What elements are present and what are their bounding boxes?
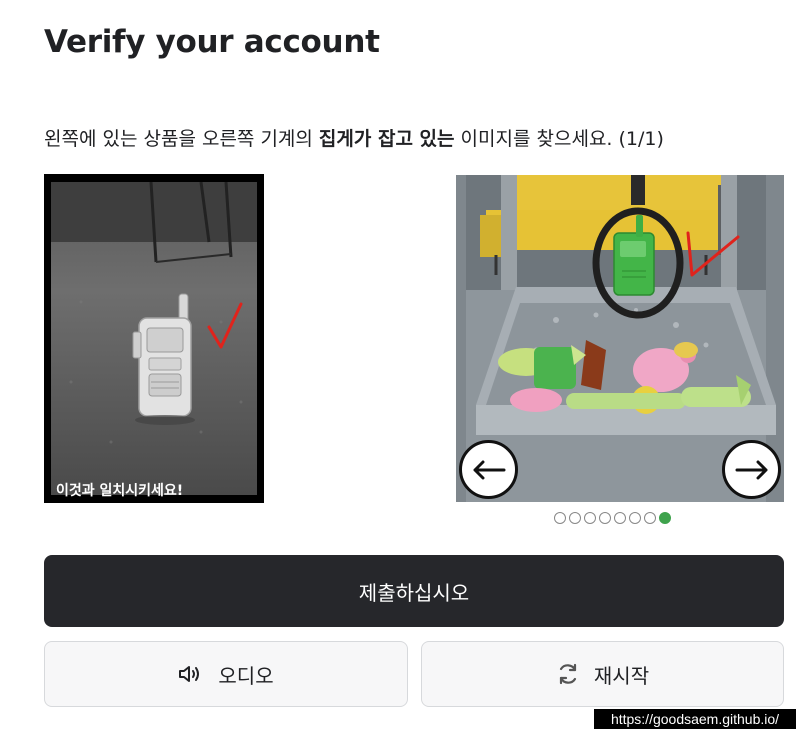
carousel-dot[interactable] xyxy=(614,512,626,524)
carousel-dot[interactable] xyxy=(644,512,656,524)
audio-button[interactable]: 오디오 xyxy=(44,641,408,707)
speaker-icon xyxy=(179,666,200,682)
restart-button[interactable]: 재시작 xyxy=(421,641,784,707)
submit-button[interactable]: 제출하십시오 xyxy=(44,555,784,627)
instruction-emphasis: 집게가 잡고 있는 xyxy=(318,128,455,150)
refresh-icon xyxy=(559,663,576,685)
carousel-dot[interactable] xyxy=(659,512,671,524)
carousel-dot[interactable] xyxy=(554,512,566,524)
reference-image: 이것과 일치시키세요! xyxy=(44,174,264,503)
carousel-prev-button[interactable] xyxy=(459,440,518,499)
arrow-left-icon xyxy=(473,460,505,479)
carousel-dot[interactable] xyxy=(569,512,581,524)
restart-label: 재시작 xyxy=(593,663,650,688)
carousel-dot[interactable] xyxy=(629,512,641,524)
instruction-prefix: 왼쪽에 있는 상품을 오른쪽 기계의 xyxy=(44,128,319,150)
carousel-pagination xyxy=(554,512,671,524)
carousel-next-button[interactable] xyxy=(722,440,781,499)
instruction-text: 왼쪽에 있는 상품을 오른쪽 기계의 집게가 잡고 있는 이미지를 찾으세요. … xyxy=(44,124,664,151)
instruction-suffix: 이미지를 찾으세요. (1/1) xyxy=(454,128,664,150)
carousel-image xyxy=(456,175,784,502)
arrow-right-icon xyxy=(735,460,767,479)
reference-caption: 이것과 일치시키세요! xyxy=(56,483,184,499)
audio-label: 오디오 xyxy=(218,663,274,688)
carousel-dot[interactable] xyxy=(599,512,611,524)
reference-photo xyxy=(51,182,257,495)
page-title: Verify your account xyxy=(44,24,380,60)
carousel-dot[interactable] xyxy=(584,512,596,524)
source-url: https://goodsaem.github.io/ xyxy=(594,709,796,729)
submit-label: 제출하십시오 xyxy=(358,580,470,605)
